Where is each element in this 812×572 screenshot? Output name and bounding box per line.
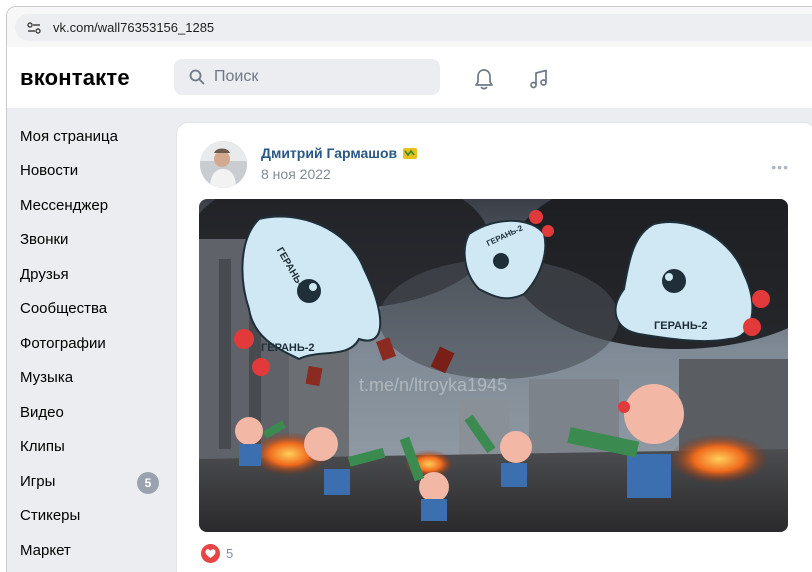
nav-calls[interactable]: Звонки: [7, 223, 167, 258]
games-count-badge: 5: [137, 472, 159, 494]
nav-label: Стикеры: [20, 507, 81, 525]
nav-label: Мессенджер: [20, 196, 109, 214]
url-field[interactable]: vk.com/wall76353156_1285: [15, 14, 812, 41]
wall-post: Дмитрий Гармашов 8 ноя 2022 ••• ГЕРАНЬ-2…: [176, 122, 812, 572]
url-text[interactable]: vk.com/wall76353156_1285: [53, 20, 214, 35]
nav-communities[interactable]: Сообщества: [7, 292, 167, 327]
nav-stickers[interactable]: Стикеры: [7, 499, 167, 534]
nav-market[interactable]: Маркет: [7, 533, 167, 568]
author-name-text: Дмитрий Гармашов: [261, 145, 398, 161]
nav-label: Маркет: [20, 541, 71, 559]
nav-photos[interactable]: Фотографии: [7, 326, 167, 361]
search-icon: [189, 69, 205, 85]
author-name[interactable]: Дмитрий Гармашов: [261, 145, 418, 161]
post-image[interactable]: ГЕРАНЬ-2 ГЕРАНЬ-2 ГЕРАНЬ-2 ГЕРАНЬ-2 t.me…: [199, 199, 788, 532]
search-box[interactable]: [174, 59, 440, 95]
more-options-icon[interactable]: •••: [771, 159, 789, 175]
heart-icon[interactable]: [201, 544, 220, 563]
post-date[interactable]: 8 ноя 2022: [261, 166, 331, 182]
search-input[interactable]: [214, 68, 414, 86]
nav-music[interactable]: Музыка: [7, 361, 167, 396]
nav-label: Фотографии: [20, 334, 106, 352]
nav-label: Друзья: [20, 265, 69, 283]
nav-clips[interactable]: Клипы: [7, 430, 167, 465]
notifications-bell-icon[interactable]: [472, 67, 496, 91]
nav-news[interactable]: Новости: [7, 154, 167, 189]
address-bar: vk.com/wall76353156_1285: [7, 7, 812, 47]
nav-label: Моя страница: [20, 127, 118, 145]
nav-label: Новости: [20, 162, 79, 180]
like-count: 5: [226, 546, 234, 561]
nav-my-page[interactable]: Моя страница: [7, 119, 167, 154]
nav-messenger[interactable]: Мессенджер: [7, 188, 167, 223]
music-note-icon[interactable]: [527, 67, 551, 91]
nav-video[interactable]: Видео: [7, 395, 167, 430]
watermark-text: t.me/n/ltroyka1945: [359, 375, 507, 395]
left-nav: Моя страница Новости Мессенджер Звонки Д…: [7, 119, 167, 568]
author-avatar[interactable]: [200, 141, 247, 188]
browser-frame: vk.com/wall76353156_1285 вконтакте Поиск…: [6, 6, 812, 572]
nav-label: Сообщества: [20, 300, 108, 318]
nav-label: Звонки: [20, 231, 69, 249]
ghost-label: ГЕРАНЬ-2: [261, 342, 315, 354]
nav-games[interactable]: Игры 5: [7, 464, 167, 499]
site-header: вконтакте: [7, 47, 812, 109]
nav-friends[interactable]: Друзья: [7, 257, 167, 292]
vk-logo[interactable]: вконтакте: [20, 65, 130, 91]
nav-label: Видео: [20, 403, 64, 421]
ghost-label: ГЕРАНЬ-2: [654, 320, 708, 332]
nav-label: Клипы: [20, 438, 65, 456]
author-emoji-icon: [402, 145, 418, 161]
reactions-bar[interactable]: 5: [201, 544, 233, 563]
site-settings-icon[interactable]: [25, 19, 43, 37]
nav-label: Игры: [20, 472, 56, 490]
nav-label: Музыка: [20, 369, 74, 387]
